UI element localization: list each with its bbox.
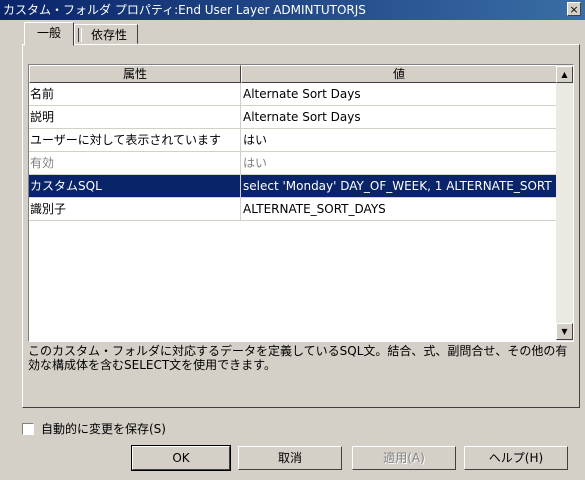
value-cell[interactable]: はい	[241, 129, 557, 152]
autosave-checkbox[interactable]: 自動的に変更を保存(S)	[22, 420, 166, 437]
attr-cell: 識別子	[29, 198, 241, 221]
tab-dependencies-label: 依存性	[90, 28, 127, 42]
attr-cell: カスタムSQL	[29, 175, 241, 198]
table-row[interactable]: ユーザーに対して表示されています はい	[29, 129, 557, 152]
window-title: カスタム・フォルダ プロパティ:End User Layer ADMINTUTO…	[3, 3, 366, 17]
table-row-selected[interactable]: カスタムSQL select 'Monday' DAY_OF_WEEK, 1 A…	[29, 175, 557, 198]
checkbox-box[interactable]	[22, 422, 34, 435]
apply-button: 適用(A)	[352, 446, 456, 470]
scroll-down-icon[interactable]: ▼	[556, 323, 573, 340]
value-cell[interactable]: Alternate Sort Days	[241, 83, 557, 106]
attr-cell: 有効	[29, 152, 241, 175]
attr-cell: ユーザーに対して表示されています	[29, 129, 241, 152]
attr-cell: 説明	[29, 106, 241, 129]
value-cell[interactable]: select 'Monday' DAY_OF_WEEK, 1 ALTERNATE…	[241, 175, 557, 198]
tab-dependencies[interactable]: 依存性	[74, 24, 138, 44]
table-row[interactable]: 説明 Alternate Sort Days	[29, 106, 557, 129]
tab-general-label: 一般	[36, 26, 61, 40]
table-row[interactable]: 名前 Alternate Sort Days	[29, 83, 557, 106]
attr-cell: 名前	[29, 83, 241, 106]
vertical-scrollbar[interactable]: ▲ ▼	[556, 65, 573, 341]
grid-header: 属性 値	[29, 65, 557, 83]
autosave-label[interactable]: 自動的に変更を保存(S)	[41, 420, 166, 437]
table-row[interactable]: 識別子 ALTERNATE_SORT_DAYS	[29, 198, 557, 221]
grid-rows: 名前 Alternate Sort Days 説明 Alternate Sort…	[29, 83, 557, 221]
cancel-button[interactable]: 取消	[238, 446, 342, 470]
help-button[interactable]: ヘルプ(H)	[464, 446, 568, 470]
properties-grid[interactable]: 属性 値 名前 Alternate Sort Days 説明 Alternate…	[28, 64, 574, 342]
header-attribute[interactable]: 属性	[29, 65, 241, 83]
header-value[interactable]: 値	[241, 65, 557, 83]
value-cell[interactable]: ALTERNATE_SORT_DAYS	[241, 198, 557, 221]
close-icon[interactable]: ×	[567, 2, 581, 16]
table-row[interactable]: 有効 はい	[29, 152, 557, 175]
value-cell: はい	[241, 152, 557, 175]
property-description: このカスタム・フォルダに対応するデータを定義しているSQL文。結合、式、副問合せ…	[28, 344, 568, 372]
title-bar: カスタム・フォルダ プロパティ:End User Layer ADMINTUTO…	[0, 0, 585, 20]
tab-general[interactable]: 一般	[24, 22, 74, 46]
ok-button[interactable]: OK	[131, 445, 231, 471]
scroll-up-icon[interactable]: ▲	[556, 66, 573, 83]
value-cell[interactable]: Alternate Sort Days	[241, 106, 557, 129]
